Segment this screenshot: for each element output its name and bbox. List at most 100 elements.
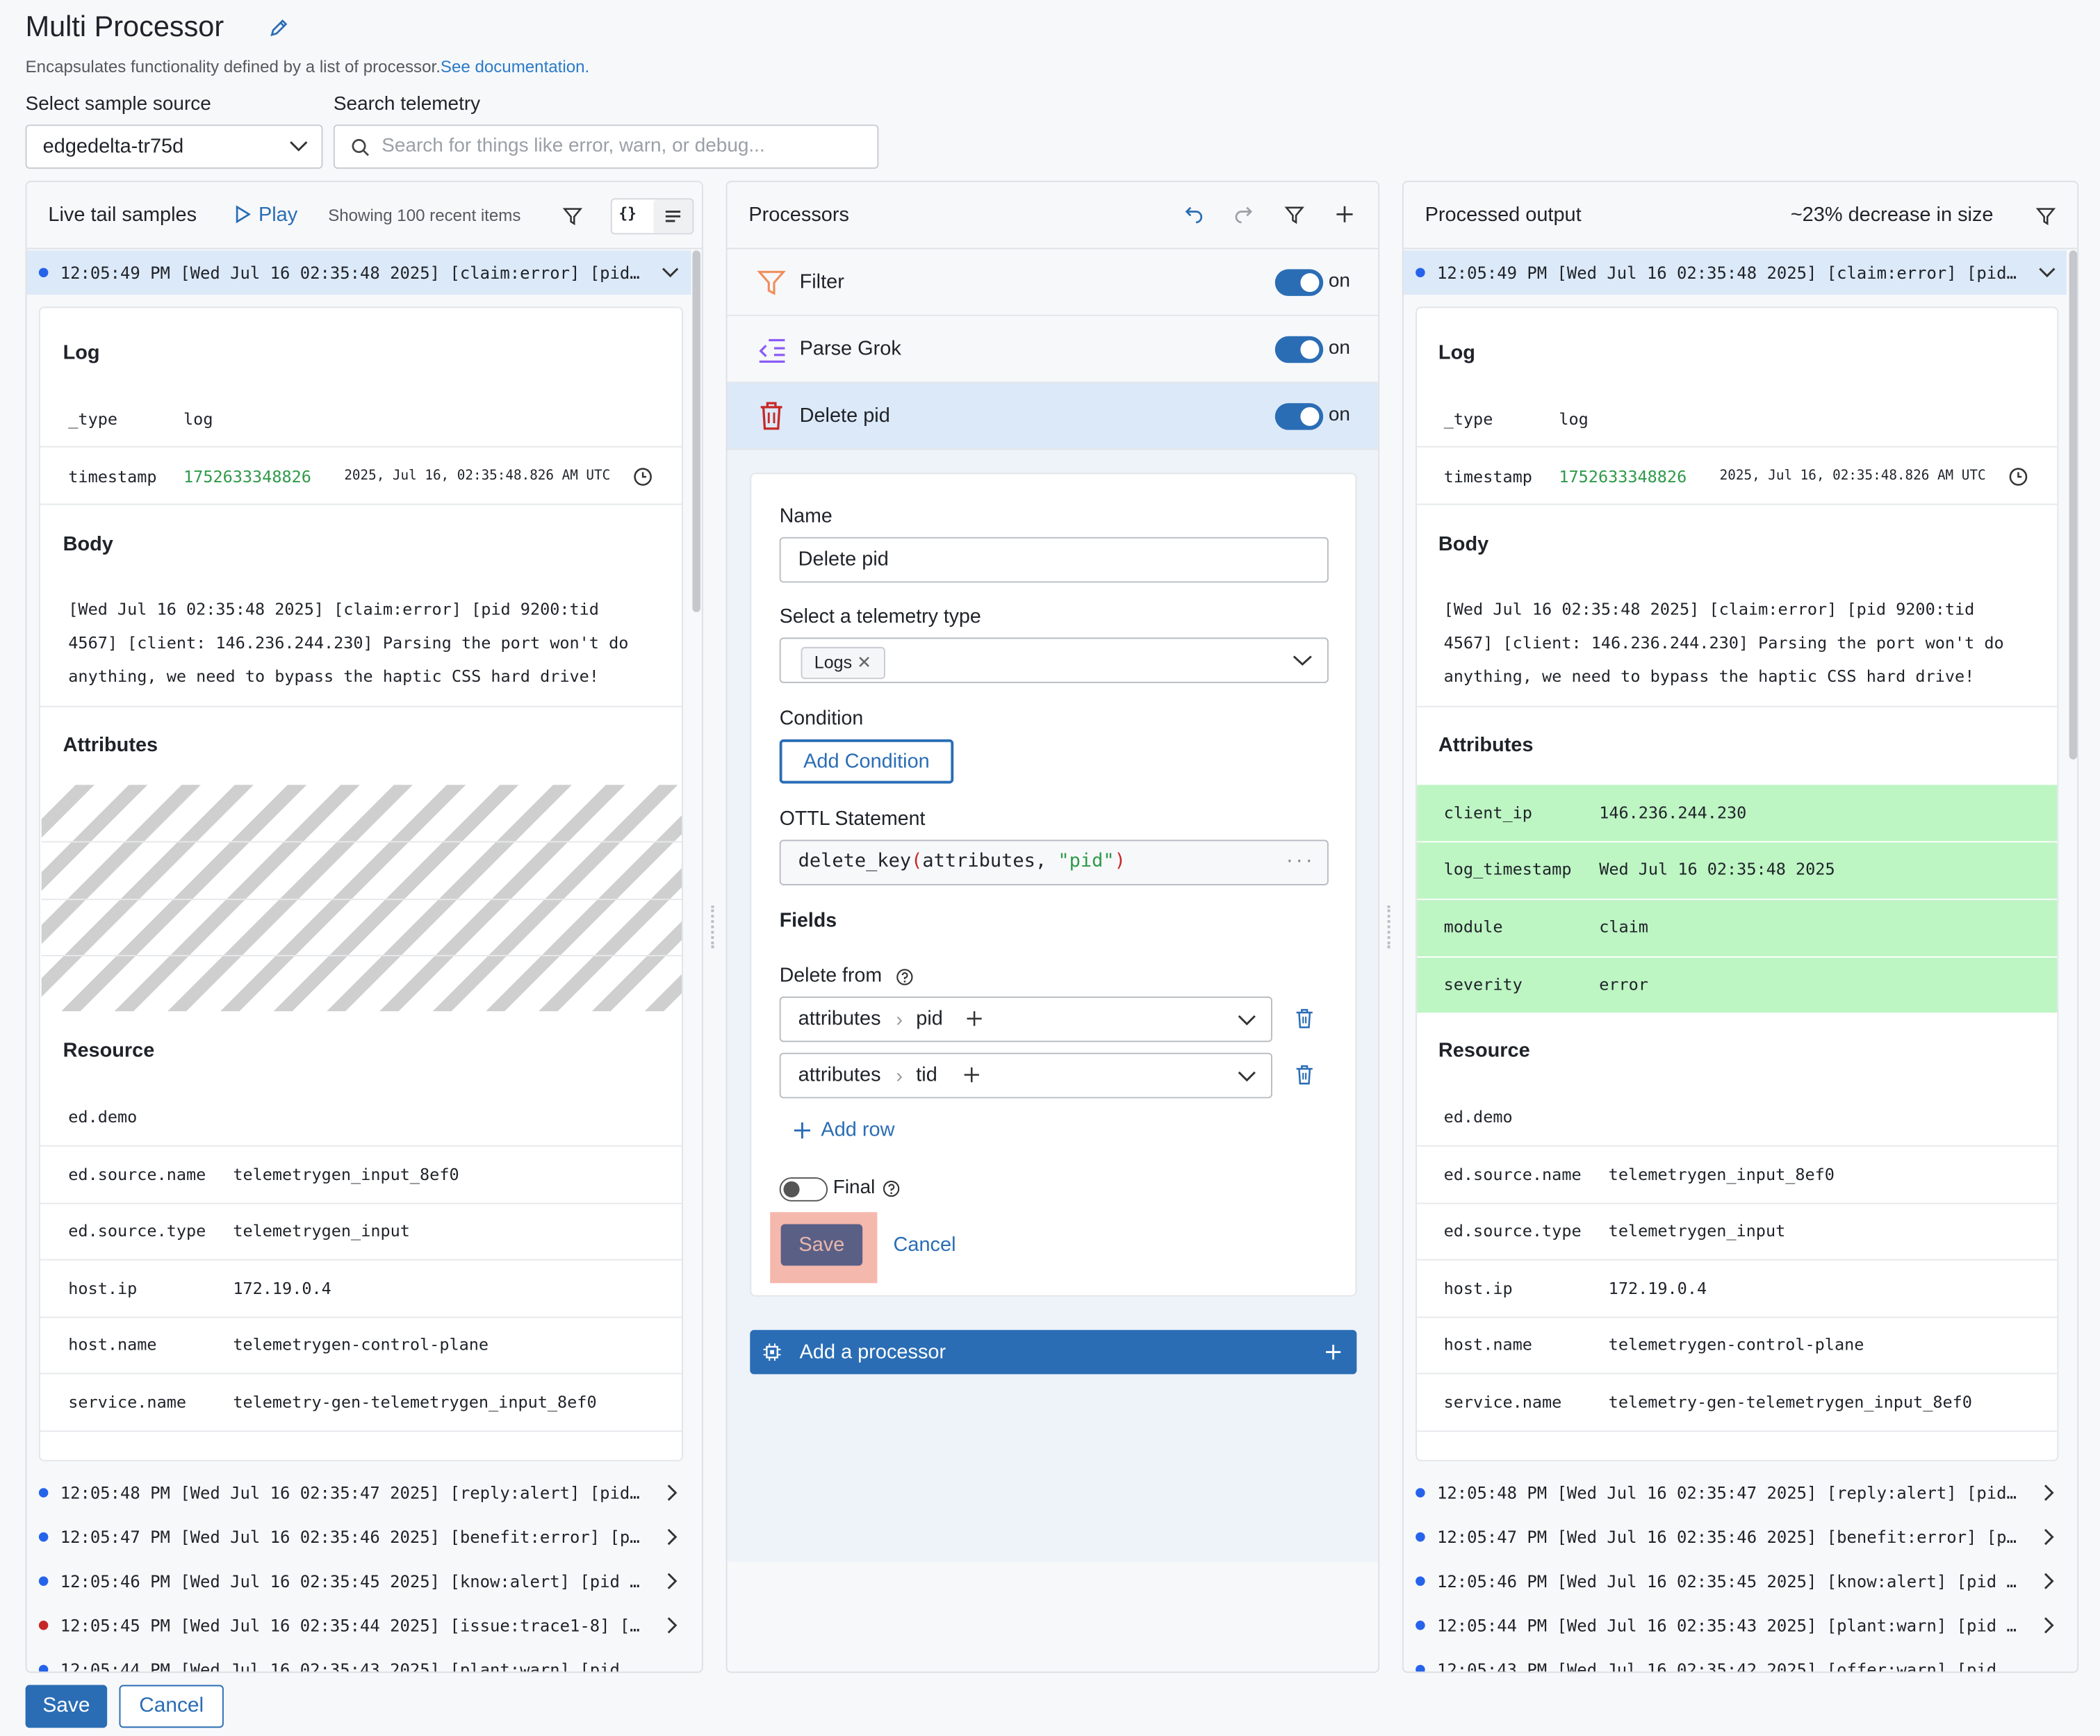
left-resize-handle[interactable] — [711, 905, 716, 949]
log-row[interactable]: 12:05:44 PM [Wed Jul 16 02:35:43 2025] [… — [1404, 1605, 2067, 1649]
chevron-right-icon[interactable] — [2042, 1484, 2054, 1501]
right-resize-handle[interactable] — [1387, 905, 1393, 949]
filter-icon[interactable] — [2035, 206, 2056, 227]
chevron-right-icon[interactable] — [2042, 1616, 2054, 1634]
processor-toggle[interactable] — [1274, 403, 1324, 430]
footer-cancel-button[interactable]: Cancel — [119, 1685, 224, 1728]
severity-dot — [1416, 1532, 1425, 1542]
processor-item-filter[interactable]: Filter on — [727, 249, 1379, 316]
log-row[interactable]: 12:05:45 PM [Wed Jul 16 02:35:44 2025] [… — [27, 1605, 691, 1649]
text-view-icon[interactable] — [653, 199, 693, 234]
log-line-text: 12:05:47 PM [Wed Jul 16 02:35:46 2025] [… — [1436, 1527, 2017, 1548]
log-row[interactable]: 12:05:43 PM [Wed Jul 16 02:35:42 2025] [… — [1404, 1649, 2067, 1672]
chevron-right-icon[interactable] — [666, 1484, 678, 1501]
attribute-row: log_timestamp Wed Jul 16 02:35:48 2025 — [1417, 842, 2058, 899]
log-row[interactable]: 12:05:46 PM [Wed Jul 16 02:35:45 2025] [… — [27, 1560, 691, 1605]
chevron-down-icon[interactable] — [2038, 267, 2056, 279]
log-section-title: Log — [63, 341, 100, 365]
redo-icon[interactable] — [1233, 205, 1255, 224]
help-icon[interactable] — [896, 968, 913, 985]
chevron-down-icon — [1293, 654, 1313, 667]
play-icon[interactable] — [234, 205, 251, 224]
body-line-1: [Wed Jul 16 02:35:48 2025] [claim:error]… — [1443, 600, 1975, 619]
type-key: _type — [1443, 409, 1493, 429]
chevron-down-icon[interactable] — [662, 267, 679, 279]
final-toggle[interactable] — [779, 1177, 828, 1202]
chevron-right-icon[interactable] — [666, 1528, 678, 1546]
chevron-right-icon[interactable] — [666, 1616, 678, 1634]
body-line-3: anything, we need to bypass the haptic C… — [68, 666, 599, 686]
timestamp-key: timestamp — [1443, 467, 1532, 486]
scrollbar-thumb[interactable] — [692, 250, 700, 612]
footer-save-button[interactable]: Save — [25, 1685, 108, 1728]
processor-name: Filter — [799, 270, 844, 294]
field-path-key: tid — [916, 1063, 937, 1087]
add-processor-button[interactable]: Add a processor — [750, 1329, 1357, 1375]
filter-icon[interactable] — [1284, 205, 1304, 225]
page-description: Encapsulates functionality defined by a … — [25, 57, 590, 76]
resource-value: 172.19.0.4 — [233, 1279, 331, 1298]
chevron-right-icon[interactable] — [666, 1573, 678, 1590]
more-icon[interactable]: ··· — [1285, 852, 1314, 871]
delete-row-icon[interactable] — [1295, 1063, 1314, 1085]
showing-count: Showing 100 recent items — [328, 206, 521, 225]
chevron-right-icon[interactable] — [2042, 1528, 2054, 1546]
add-row-button[interactable]: Add row — [821, 1118, 894, 1141]
body-line-2: 4567] [client: 146.236.244.230] Parsing … — [1443, 633, 2004, 653]
play-button[interactable]: Play — [259, 204, 297, 227]
undo-icon[interactable] — [1183, 205, 1204, 224]
add-condition-button[interactable]: Add Condition — [779, 739, 954, 784]
severity-dot — [38, 1532, 49, 1542]
live-tail-header: Live tail samples Play Showing 100 recen… — [26, 182, 702, 249]
log-row[interactable]: 12:05:47 PM [Wed Jul 16 02:35:46 2025] [… — [27, 1516, 691, 1561]
processor-toggle[interactable] — [1274, 269, 1324, 296]
form-save-button[interactable]: Save — [780, 1224, 863, 1266]
processor-item-parse-grok[interactable]: Parse Grok on — [727, 316, 1379, 384]
name-input[interactable]: Delete pid — [779, 537, 1329, 583]
log-row[interactable]: 12:05:44 PM [Wed Jul 16 02:35:43 2025] [… — [27, 1649, 691, 1672]
search-telemetry-input[interactable]: Search for things like error, warn, or d… — [333, 124, 879, 169]
plus-icon[interactable] — [1336, 205, 1354, 224]
add-row-plus-icon[interactable] — [793, 1121, 812, 1140]
plus-icon[interactable] — [963, 1066, 981, 1083]
log-row[interactable]: 12:05:47 PM [Wed Jul 16 02:35:46 2025] [… — [1404, 1516, 2067, 1561]
processor-name: Parse Grok — [799, 337, 901, 361]
help-icon[interactable] — [883, 1180, 900, 1197]
edit-title-icon[interactable] — [268, 17, 289, 39]
plus-icon[interactable] — [966, 1010, 983, 1027]
name-label: Name — [779, 506, 832, 528]
filter-icon[interactable] — [562, 206, 583, 227]
selected-log-row[interactable]: 12:05:49 PM [Wed Jul 16 02:35:48 2025] [… — [1403, 250, 2067, 295]
resource-key: host.name — [68, 1335, 157, 1354]
form-cancel-button[interactable]: Cancel — [894, 1234, 956, 1256]
log-line-text: 12:05:45 PM [Wed Jul 16 02:35:44 2025] [… — [60, 1615, 640, 1636]
field-path-select[interactable]: attributes › tid — [779, 1052, 1272, 1099]
funnel-icon — [757, 268, 786, 297]
json-view-icon[interactable]: {} — [618, 205, 637, 222]
ottl-statement-editor[interactable]: delete_key(attributes, "pid") ··· — [779, 840, 1329, 885]
log-row[interactable]: 12:05:48 PM [Wed Jul 16 02:35:47 2025] [… — [1404, 1472, 2067, 1516]
scrollbar-thumb[interactable] — [2069, 250, 2078, 760]
attribute-value: error — [1599, 975, 1648, 994]
processor-toggle[interactable] — [1274, 336, 1324, 363]
severity-dot — [1416, 1488, 1425, 1498]
log-row[interactable]: 12:05:46 PM [Wed Jul 16 02:35:45 2025] [… — [1404, 1560, 2067, 1605]
selected-log-row[interactable]: 12:05:49 PM [Wed Jul 16 02:35:48 2025] [… — [26, 250, 691, 295]
log-row[interactable]: 12:05:48 PM [Wed Jul 16 02:35:47 2025] [… — [27, 1472, 691, 1516]
sample-source-select[interactable]: edgedelta-tr75d — [25, 124, 323, 169]
remove-tag-icon[interactable]: ✕ — [857, 653, 871, 673]
documentation-link[interactable]: See documentation. — [441, 58, 589, 76]
log-line-text: 12:05:48 PM [Wed Jul 16 02:35:47 2025] [… — [1436, 1482, 2017, 1503]
processor-item-delete-pid[interactable]: Delete pid on — [727, 383, 1379, 450]
live-tail-title: Live tail samples — [48, 203, 197, 227]
field-path-root: attributes — [798, 1063, 881, 1087]
timestamp-key: timestamp — [68, 467, 157, 486]
field-path-select[interactable]: attributes › pid — [779, 996, 1272, 1042]
telemetry-type-select[interactable]: Logs ✕ — [779, 637, 1329, 683]
resource-key: ed.demo — [68, 1107, 138, 1127]
chevron-right-icon[interactable] — [2042, 1573, 2054, 1590]
delete-row-icon[interactable] — [1295, 1007, 1314, 1029]
attribute-key: client_ip — [1443, 803, 1532, 823]
severity-dot — [1416, 268, 1425, 277]
processor-name: Delete pid — [799, 404, 890, 427]
